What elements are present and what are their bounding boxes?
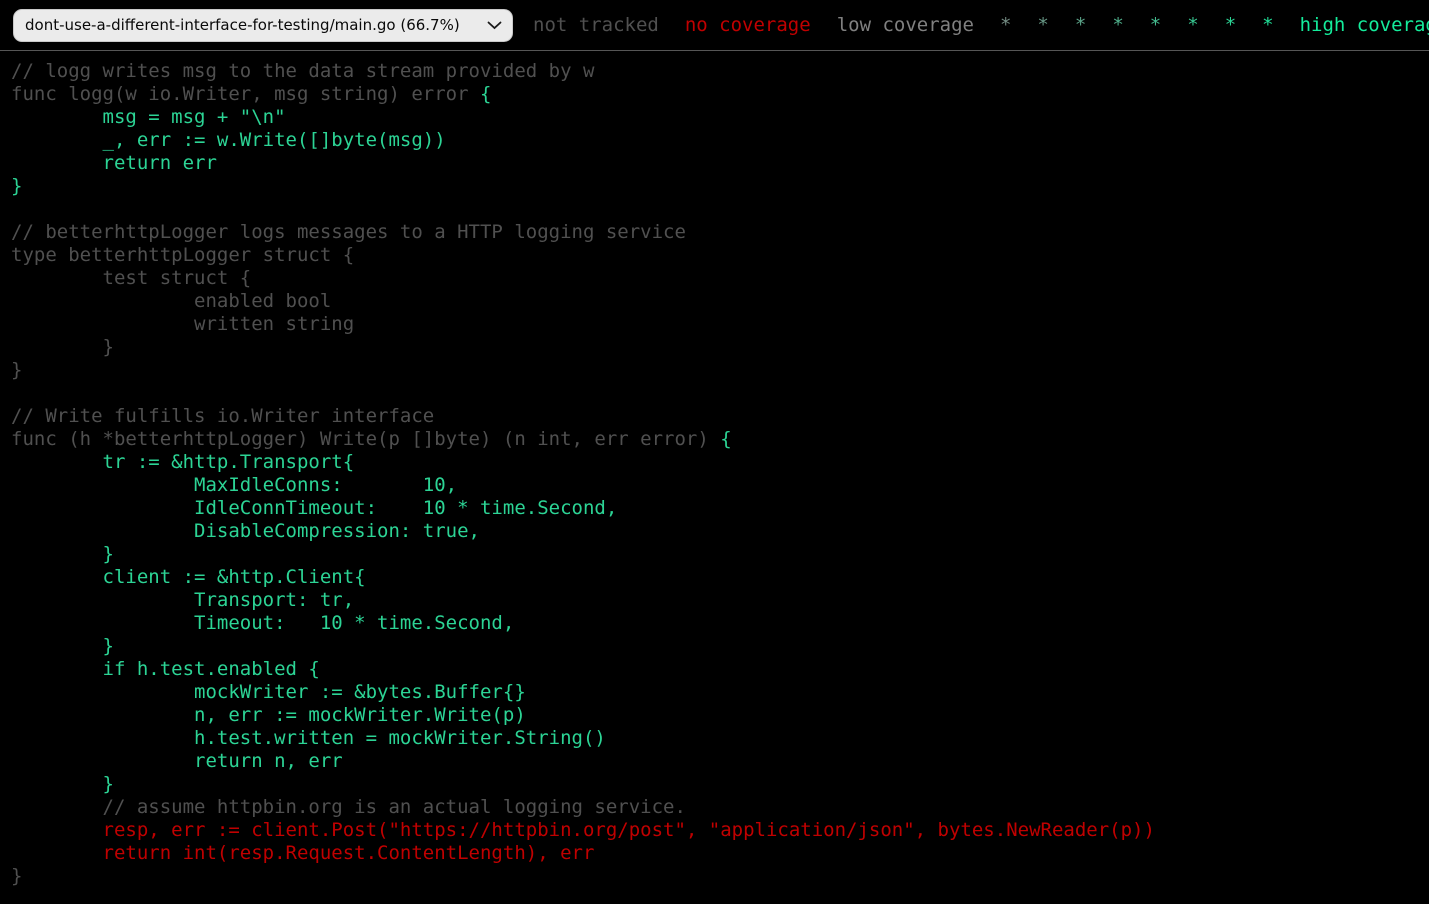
code-segment: }: [11, 773, 114, 795]
legend-star: *: [1187, 14, 1198, 36]
legend-star: *: [1112, 14, 1123, 36]
legend-not-tracked: not tracked: [533, 14, 659, 36]
legend-star: *: [1037, 14, 1048, 36]
code-segment: }: [11, 359, 22, 381]
code-segment: }: [11, 865, 22, 887]
code-segment: resp, err := client.Post("https://httpbi…: [11, 819, 1155, 841]
code-segment: // logg writes msg to the data stream pr…: [11, 60, 594, 82]
code-segment: }: [11, 543, 114, 565]
coverage-legend: not tracked no coverage low coverage * * * * * *…: [520, 14, 1429, 36]
code-segment: n, err := mockWriter.Write(p): [11, 704, 526, 726]
code-segment: }: [11, 336, 114, 358]
code-segment: msg = msg + "\n": [11, 106, 286, 128]
code-segment: test struct {: [11, 267, 251, 289]
code-content: // logg writes msg to the data stream pr…: [0, 51, 1429, 888]
code-segment: }: [11, 635, 114, 657]
code-segment: func logg(w io.Writer, msg string) error: [11, 83, 480, 105]
legend-high-coverage: high coverage: [1300, 14, 1429, 36]
code-segment: return n, err: [11, 750, 343, 772]
file-select[interactable]: dont-use-a-different-interface-for-testi…: [13, 9, 513, 42]
code-segment: h.test.written = mockWriter.String(): [11, 727, 606, 749]
code-segment: // betterhttpLogger logs messages to a H…: [11, 221, 686, 243]
code-segment: func (h *betterhttpLogger) Write(p []byt…: [11, 428, 720, 450]
code-segment: IdleConnTimeout: 10 * time.Second,: [11, 497, 617, 519]
legend-star: *: [1150, 14, 1161, 36]
code-segment: mockWriter := &bytes.Buffer{}: [11, 681, 526, 703]
code-segment: Transport: tr,: [11, 589, 354, 611]
code-segment: }: [11, 175, 22, 197]
legend-no-coverage: no coverage: [685, 14, 811, 36]
file-select-wrap: dont-use-a-different-interface-for-testi…: [13, 9, 513, 42]
legend-star: *: [1262, 14, 1273, 36]
code-segment: {: [480, 83, 491, 105]
legend-star: *: [1000, 14, 1011, 36]
code-segment: client := &http.Client{: [11, 566, 366, 588]
code-segment: enabled bool: [11, 290, 331, 312]
code-segment: type betterhttpLogger struct {: [11, 244, 354, 266]
code-segment: written string: [11, 313, 354, 335]
code-segment: Timeout: 10 * time.Second,: [11, 612, 514, 634]
code-segment: return err: [11, 152, 217, 174]
legend-star: *: [1225, 14, 1236, 36]
code-segment: DisableCompression: true,: [11, 520, 480, 542]
legend-star: *: [1075, 14, 1086, 36]
code-segment: if h.test.enabled {: [11, 658, 320, 680]
code-segment: _, err := w.Write([]byte(msg)): [11, 129, 446, 151]
code-segment: MaxIdleConns: 10,: [11, 474, 457, 496]
code-segment: // assume httpbin.org is an actual loggi…: [11, 796, 686, 818]
code-segment: return int(resp.Request.ContentLength), …: [11, 842, 594, 864]
topbar: dont-use-a-different-interface-for-testi…: [0, 0, 1429, 51]
code-segment: // Write fulfills io.Writer interface: [11, 405, 434, 427]
legend-low-coverage: low coverage: [837, 14, 974, 36]
code-segment: tr := &http.Transport{: [11, 451, 354, 473]
code-pre: // logg writes msg to the data stream pr…: [0, 51, 1429, 888]
code-segment: {: [720, 428, 731, 450]
